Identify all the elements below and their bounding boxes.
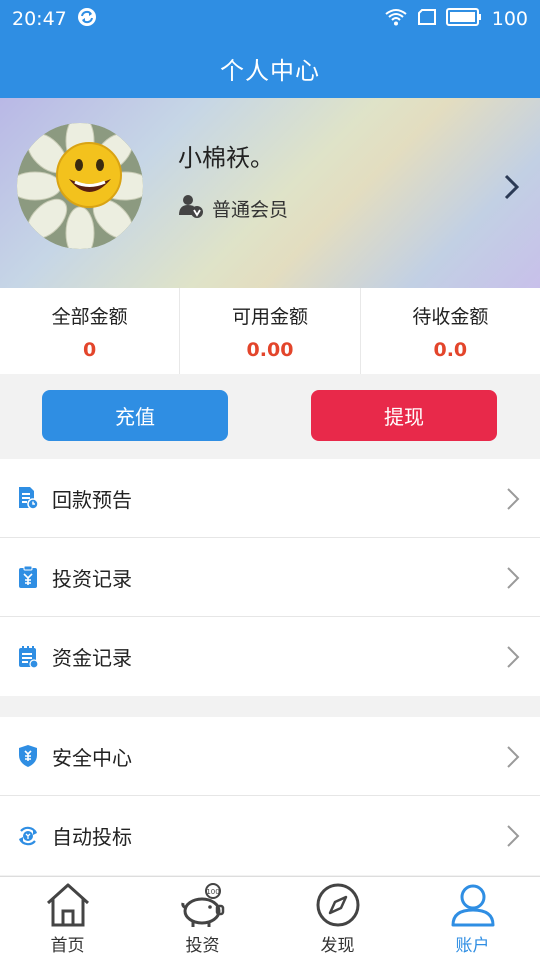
recharge-button[interactable]: 充值	[42, 390, 228, 441]
balance-stats: 全部金额 0 可用金额 0.00 待收金额 0.0	[0, 288, 540, 374]
menu-item-fund-record[interactable]: 资金记录	[0, 617, 540, 696]
member-level-label: 普通会员	[212, 199, 289, 221]
investment-record-icon	[17, 565, 39, 589]
menu-item-repayment-forecast[interactable]: 回款预告	[0, 459, 540, 538]
stat-value: 0.0	[433, 338, 468, 361]
tab-invest[interactable]: 100 投资	[135, 877, 270, 960]
chevron-right-icon	[506, 566, 520, 590]
menu-label: 资金记录	[52, 646, 132, 670]
stat-label: 待收金额	[412, 305, 489, 328]
withdraw-button[interactable]: 提现	[311, 390, 497, 441]
profile-banner[interactable]: 小棉袄。 普通会员	[0, 98, 540, 288]
security-shield-icon	[17, 744, 39, 768]
tab-label: 发现	[320, 936, 355, 956]
menu-label: 回款预告	[52, 487, 132, 512]
chevron-right-icon	[506, 745, 520, 769]
svg-text:100: 100	[206, 888, 219, 896]
stat-total-amount: 全部金额 0	[0, 288, 181, 374]
repayment-forecast-icon	[17, 486, 39, 510]
battery-icon	[445, 7, 482, 31]
tab-discover[interactable]: 发现	[270, 877, 405, 960]
home-icon	[44, 881, 92, 929]
stat-value: 0.00	[246, 338, 294, 361]
username: 小棉袄。	[178, 144, 274, 172]
fund-record-icon	[17, 645, 39, 669]
tab-account[interactable]: 账户	[405, 877, 540, 960]
compass-icon	[314, 881, 362, 929]
chevron-right-icon	[506, 824, 520, 848]
menu-label: 自动投标	[52, 825, 132, 849]
user-icon	[449, 881, 497, 929]
stat-available-amount: 可用金额 0.00	[180, 288, 361, 374]
tab-label: 首页	[50, 936, 85, 956]
auto-bid-icon	[17, 824, 39, 848]
menu-item-auto-bid[interactable]: 自动投标	[0, 796, 540, 875]
stat-label: 全部金额	[51, 305, 128, 328]
avatar[interactable]	[17, 123, 143, 249]
tab-label: 投资	[185, 936, 220, 956]
menu-label: 安全中心	[52, 745, 132, 770]
menu-label: 投资记录	[52, 566, 132, 591]
stat-label: 可用金额	[231, 305, 308, 328]
chevron-right-icon[interactable]	[502, 174, 522, 200]
chevron-right-icon	[506, 645, 520, 669]
member-badge-icon	[178, 193, 204, 224]
piggy-bank-icon: 100	[179, 881, 227, 929]
stat-pending-amount: 待收金额 0.0	[361, 288, 540, 374]
battery-level: 100	[491, 8, 528, 30]
status-time: 20:47	[12, 8, 67, 30]
member-level: 普通会员	[178, 193, 288, 224]
page-title: 个人中心	[220, 56, 320, 85]
sync-icon	[77, 7, 97, 32]
sim-icon	[417, 8, 436, 30]
page-header: 个人中心	[0, 38, 540, 98]
menu-group-records: 回款预告 投资记录 资金记录	[0, 459, 540, 696]
bottom-tab-bar: 首页 100 投资 发现 账户	[0, 876, 540, 960]
stat-value: 0	[83, 338, 97, 361]
menu-item-security-center[interactable]: 安全中心	[0, 717, 540, 796]
menu-group-settings: 安全中心 自动投标	[0, 717, 540, 875]
tab-label: 账户	[455, 936, 490, 956]
menu-item-investment-record[interactable]: 投资记录	[0, 538, 540, 617]
chevron-right-icon	[506, 487, 520, 511]
wifi-icon	[384, 8, 408, 31]
status-bar: 20:47 100	[0, 0, 540, 38]
tab-home[interactable]: 首页	[0, 877, 135, 960]
